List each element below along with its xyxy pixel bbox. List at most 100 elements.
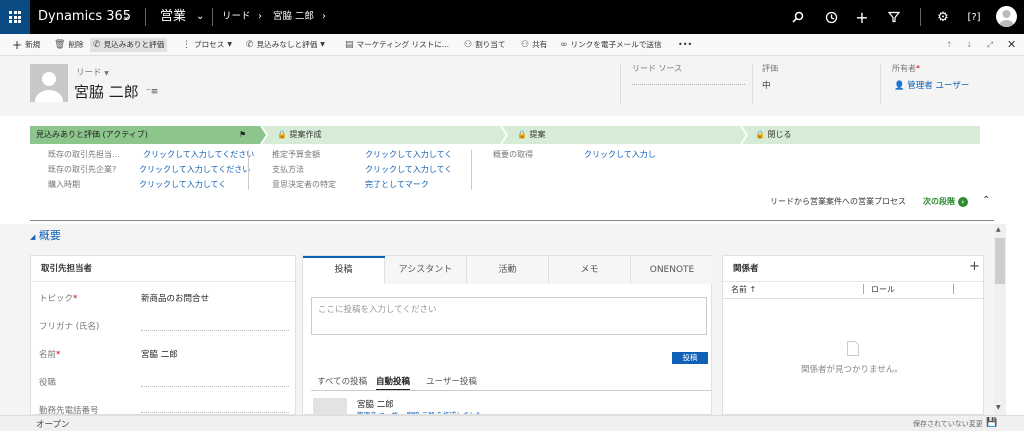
stakeholders-pane: 関係者 + 名前 ↑ ロール 関係者が見つかりません。 bbox=[722, 255, 984, 415]
step-value[interactable]: クリックして入力してください bbox=[139, 164, 250, 175]
filter-auto-posts[interactable]: 自動投稿 bbox=[376, 375, 411, 391]
topic-value[interactable]: 新商品のお問合せ bbox=[141, 292, 209, 304]
scrollbar[interactable]: ▲ ▼ bbox=[994, 224, 1006, 415]
rating-value[interactable]: 中 bbox=[762, 79, 771, 91]
job-title-field[interactable] bbox=[141, 386, 289, 387]
assign-button[interactable]: ⚇ 割り当て bbox=[464, 38, 505, 52]
qualify-button[interactable]: ✆ 見込みありと評価 bbox=[90, 38, 168, 52]
disqualify-label: 見込みなしと評価 bbox=[256, 40, 318, 49]
filter-user-posts[interactable]: ユーザー投稿 bbox=[426, 375, 477, 387]
record-avatar[interactable] bbox=[30, 64, 68, 102]
popout-icon[interactable]: ⤢ bbox=[987, 38, 993, 52]
chevron-right-icon[interactable]: › bbox=[322, 0, 326, 34]
history-icon[interactable] bbox=[823, 9, 839, 25]
section-summary-toggle[interactable]: ◢ 概要 bbox=[30, 227, 61, 243]
module-selector[interactable]: 営業 bbox=[160, 0, 186, 34]
tab-activities[interactable]: 活動 bbox=[467, 256, 549, 284]
name-value[interactable]: 宮脇 二郎 bbox=[141, 348, 178, 360]
step-value[interactable]: クリックして入力してく bbox=[139, 179, 226, 190]
business-phone-field[interactable] bbox=[141, 412, 289, 413]
document-icon bbox=[847, 341, 859, 359]
person-icon: 👤 bbox=[894, 81, 905, 91]
stage-label: 閉じる bbox=[767, 130, 792, 139]
breadcrumb-record[interactable]: 宮脇 二郎 bbox=[273, 0, 314, 34]
top-nav-bar: Dynamics 365 ⌄ 営業 ⌄ リード › 宮脇 二郎 › + ⚙ [?… bbox=[0, 0, 1024, 34]
step-value[interactable]: クリックして入力してください bbox=[143, 149, 254, 160]
breadcrumb-entity[interactable]: リード bbox=[222, 0, 251, 34]
email-link-button[interactable]: ∞ リンクを電子メールで送信 bbox=[560, 38, 662, 52]
arrow-up-icon[interactable]: ↑ bbox=[946, 38, 952, 52]
tab-onenote[interactable]: ONENOTE bbox=[631, 256, 713, 284]
add-stakeholder-icon[interactable]: + bbox=[969, 259, 980, 274]
stage-develop[interactable]: 🔒 提案作成 bbox=[277, 126, 322, 144]
owner-label-text: 所有者 bbox=[892, 64, 916, 73]
app-title[interactable]: Dynamics 365 bbox=[38, 0, 131, 34]
process-button[interactable]: ⋮ プロセス ▼ bbox=[182, 38, 232, 52]
contact-pane-title: 取引先担当者 bbox=[31, 256, 295, 282]
filter-all-posts[interactable]: すべての投稿 bbox=[317, 375, 367, 387]
field-label: 役職 bbox=[39, 378, 57, 388]
next-stage-label: 次の段階 bbox=[923, 197, 955, 206]
step-value[interactable]: クリックして入力してく bbox=[365, 149, 452, 160]
chevron-down-icon[interactable]: ⌄ bbox=[122, 0, 130, 34]
tab-assistant[interactable]: アシスタント bbox=[385, 256, 467, 284]
tab-notes[interactable]: メモ bbox=[549, 256, 631, 284]
divider bbox=[145, 8, 146, 26]
more-commands-button[interactable]: ••• bbox=[678, 38, 692, 52]
next-stage-button[interactable]: 次の段階 › bbox=[923, 196, 968, 207]
person-icon bbox=[35, 72, 63, 102]
scroll-down-icon[interactable]: ▼ bbox=[996, 404, 1001, 411]
field-label-text: トピック bbox=[39, 294, 74, 304]
new-button[interactable]: + 新規 bbox=[12, 38, 40, 52]
stakeholders-title: 関係者 bbox=[723, 256, 983, 282]
scroll-thumb[interactable] bbox=[995, 238, 1005, 284]
post-input[interactable]: ここに投稿を入力してください bbox=[311, 297, 707, 335]
process-name[interactable]: リードから営業案件への営業プロセス bbox=[770, 196, 906, 207]
command-bar: + 新規 🗑 削除 ✆ 見込みありと評価 ⋮ プロセス ▼ ✆ 見込みなしと評価 ▼ ▤ マーケ… bbox=[0, 34, 1024, 56]
delete-label: 削除 bbox=[68, 40, 84, 49]
post-text: 管理者 ユーザー 宮脇 二郎 を作成しました bbox=[357, 409, 482, 414]
column-role-header[interactable]: ロール bbox=[871, 284, 895, 295]
furigana-field[interactable] bbox=[141, 330, 289, 331]
column-name-header[interactable]: 名前 ↑ bbox=[731, 284, 756, 295]
user-avatar[interactable] bbox=[996, 6, 1017, 27]
field-label-text: 名前 bbox=[39, 350, 57, 360]
arrow-right-circle-icon: › bbox=[957, 197, 968, 207]
add-to-marketing-list-button[interactable]: ▤ マーケティング リストに... bbox=[345, 38, 449, 52]
entity-label[interactable]: リード ▼ bbox=[76, 66, 109, 78]
step-value[interactable]: クリックして入力し bbox=[584, 149, 656, 160]
marketing-list-label: マーケティング リストに... bbox=[356, 40, 450, 49]
stage-propose[interactable]: 🔒 提案 bbox=[517, 126, 546, 144]
post-button[interactable]: 投稿 bbox=[672, 352, 708, 364]
step-value[interactable]: 完了としてマーク bbox=[365, 179, 429, 190]
business-process-flow: 見込みありと評価 (アクティブ) ⚑ 🔒 提案作成 🔒 提案 🔒 閉じる 既存の… bbox=[0, 116, 1006, 224]
delete-button[interactable]: 🗑 削除 bbox=[54, 38, 84, 52]
record-status: オープン bbox=[36, 420, 70, 430]
collapse-chevron-icon[interactable]: ⌃ bbox=[982, 195, 990, 206]
stage-close[interactable]: 🔒 閉じる bbox=[755, 126, 792, 144]
save-icon[interactable]: 💾 bbox=[986, 418, 997, 428]
close-icon[interactable]: ✕ bbox=[1007, 38, 1016, 52]
scroll-up-icon[interactable]: ▲ bbox=[996, 226, 1001, 233]
divider bbox=[311, 390, 711, 391]
waffle-icon bbox=[9, 11, 21, 23]
lead-source-field[interactable] bbox=[632, 84, 745, 85]
gear-icon[interactable]: ⚙ bbox=[935, 9, 951, 25]
disqualify-button[interactable]: ✆ 見込みなしと評価 ▼ bbox=[246, 38, 325, 52]
owner-value[interactable]: 👤 管理者 ユーザー bbox=[894, 79, 969, 91]
help-icon[interactable]: [?] bbox=[966, 9, 982, 25]
arrow-down-icon[interactable]: ↓ bbox=[966, 38, 972, 52]
flag-icon: ⚑ bbox=[239, 130, 247, 139]
share-button[interactable]: ⚇ 共有 bbox=[521, 38, 547, 52]
record-menu-icon[interactable]: ⁻≡ bbox=[146, 87, 158, 97]
stage-qualify[interactable]: 見込みありと評価 (アクティブ) bbox=[36, 126, 148, 144]
app-launcher-button[interactable] bbox=[0, 0, 30, 34]
share-label: 共有 bbox=[532, 40, 548, 49]
filter-icon[interactable] bbox=[886, 9, 902, 25]
tab-posts[interactable]: 投稿 bbox=[303, 256, 385, 284]
step-value[interactable]: クリックして入力してく bbox=[365, 164, 452, 175]
chevron-down-icon[interactable]: ⌄ bbox=[196, 0, 204, 34]
search-icon[interactable] bbox=[790, 9, 806, 25]
link-icon: ∞ bbox=[560, 40, 568, 50]
plus-icon[interactable]: + bbox=[854, 8, 870, 27]
